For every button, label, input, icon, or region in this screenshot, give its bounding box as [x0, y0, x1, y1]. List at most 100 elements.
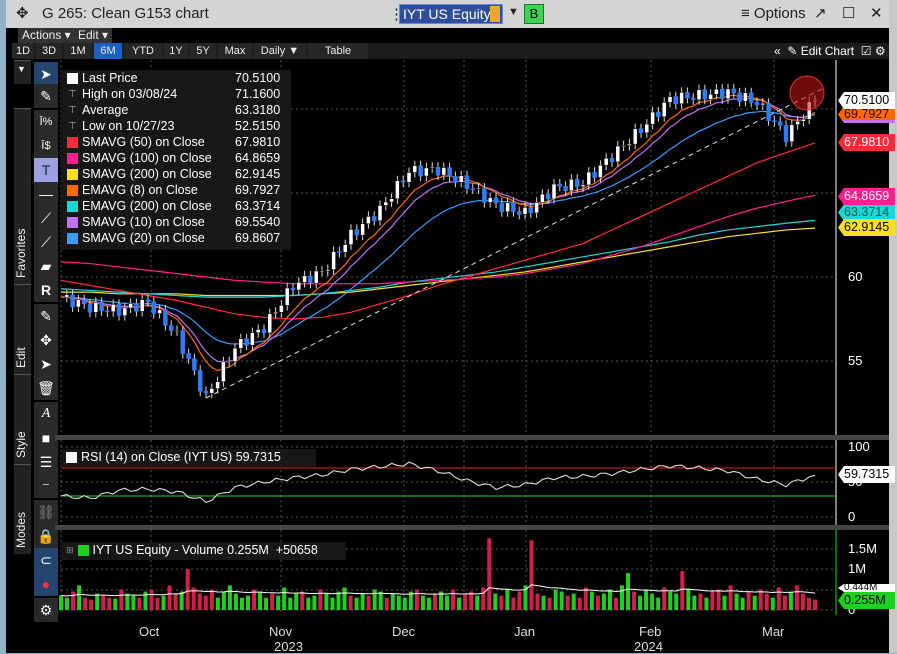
candle — [255, 329, 261, 333]
volume-bar — [475, 595, 480, 610]
candle — [157, 309, 162, 314]
candle — [70, 294, 75, 308]
candle — [493, 197, 499, 204]
volume-bar — [107, 597, 112, 610]
rsi-value: 59.7315 — [235, 450, 281, 464]
candle — [377, 205, 383, 221]
legend-row: ⊤ High on 03/08/24 71.1600 — [61, 86, 291, 102]
expand-icon[interactable]: ⊞ — [66, 542, 74, 558]
candle — [250, 332, 255, 346]
volume-bar — [288, 597, 293, 610]
legend-row: EMAVG (200) on Close 63.3714 — [61, 198, 291, 214]
candle — [203, 391, 209, 394]
legend-swatch — [67, 72, 78, 84]
volume-swatch — [77, 544, 89, 556]
volume-bar — [95, 593, 100, 610]
volume-bar — [644, 589, 649, 610]
volume-bar — [378, 591, 383, 610]
volume-bar — [457, 597, 462, 610]
candle — [737, 92, 742, 102]
candle — [337, 251, 342, 253]
volume-bar — [414, 589, 419, 610]
candle — [342, 244, 348, 253]
candle — [389, 198, 394, 203]
candle — [395, 180, 400, 199]
volume-bar — [619, 585, 624, 610]
legend-value: 67.9810 — [235, 135, 281, 149]
volume-bar — [83, 597, 88, 610]
volume-bar — [276, 595, 281, 610]
year-label: 2024 — [634, 639, 663, 654]
volume-bar — [680, 571, 685, 610]
volume-value: 0.255M — [227, 543, 269, 557]
volume-bar — [185, 569, 190, 610]
volume-bar — [390, 593, 395, 610]
candle — [708, 94, 713, 100]
rsi-swatch — [66, 451, 77, 463]
candle — [441, 167, 447, 176]
candle — [313, 270, 319, 284]
candle — [279, 305, 284, 313]
volume-bar — [535, 593, 540, 610]
candle — [777, 121, 783, 126]
candle — [244, 338, 249, 346]
candle — [163, 309, 168, 326]
volume-bar — [589, 591, 594, 610]
candle — [325, 269, 331, 272]
candle — [284, 287, 290, 306]
volume-average-label: 0.444M — [838, 584, 895, 592]
volume-bar — [770, 597, 775, 610]
candle — [725, 88, 731, 99]
candle — [801, 119, 806, 122]
candle — [667, 96, 673, 103]
volume-bar — [354, 597, 359, 610]
candle — [453, 176, 458, 183]
legend-label: Last Price — [82, 71, 138, 85]
volume-bar — [722, 595, 727, 610]
candle — [215, 381, 220, 389]
volume-bar — [493, 593, 498, 610]
candle — [308, 275, 313, 284]
legend-value: 52.5150 — [235, 119, 281, 133]
candle — [476, 187, 481, 190]
volume-bar — [161, 595, 166, 610]
volume-bar — [396, 595, 401, 610]
candle — [516, 211, 522, 215]
volume-bar — [613, 597, 618, 610]
marker-icon: ⊤ — [68, 120, 77, 132]
volume-bar — [167, 585, 172, 610]
sma200-price-label: 62.9145 — [838, 219, 895, 236]
legend-label: EMAVG (8) on Close — [82, 183, 198, 197]
volume-bar — [710, 591, 715, 610]
volume-bar — [529, 540, 534, 610]
price-tick-label: 55 — [848, 353, 863, 368]
candle — [145, 299, 151, 303]
candle — [702, 89, 708, 100]
volume-bar — [149, 589, 154, 610]
candle — [563, 185, 568, 192]
volume-bar — [752, 595, 757, 610]
volume-bar — [813, 599, 817, 610]
volume-bar — [728, 585, 733, 610]
volume-bar — [318, 589, 323, 610]
volume-legend: ⊞ IYT US Equity - Volume 0.255M +50658 — [61, 542, 346, 560]
candle — [534, 202, 539, 214]
rsi-value-label: 59.7315 — [838, 466, 895, 483]
candle — [557, 183, 563, 187]
legend-row: SMAVG (10) on Close 69.5540 — [61, 214, 291, 230]
candle — [760, 103, 766, 106]
candle — [499, 202, 505, 213]
volume-bar — [324, 593, 329, 610]
legend-label: SMAVG (10) on Close — [82, 215, 205, 229]
legend-value: 63.3714 — [235, 199, 281, 213]
volume-bar — [553, 589, 558, 610]
candle — [221, 361, 226, 382]
volume-bar — [788, 591, 793, 610]
legend-value: 69.5540 — [235, 215, 281, 229]
volume-bar — [306, 597, 311, 610]
volume-bar — [372, 589, 377, 610]
candle — [447, 167, 452, 177]
marker-icon: ⊤ — [68, 104, 77, 116]
volume-bar — [445, 595, 450, 610]
legend-value: 70.5100 — [235, 71, 281, 85]
